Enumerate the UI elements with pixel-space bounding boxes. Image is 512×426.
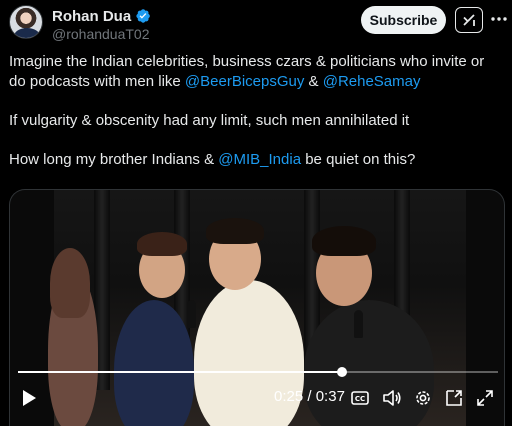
volume-icon[interactable] bbox=[380, 380, 404, 416]
more-icon[interactable] bbox=[489, 9, 509, 29]
subscribe-button[interactable]: Subscribe bbox=[361, 6, 446, 34]
tweet-paragraph-3: How long my brother Indians & @MIB_India… bbox=[9, 150, 504, 170]
current-time: 0:25 bbox=[274, 388, 304, 405]
grok-icon[interactable] bbox=[455, 7, 483, 33]
tweet-text: Imagine the Indian celebrities, business… bbox=[9, 52, 504, 170]
mention-link[interactable]: @BeerBicepsGuy bbox=[185, 73, 304, 90]
author-row: Rohan Dua bbox=[52, 7, 151, 25]
avatar[interactable] bbox=[9, 5, 43, 39]
mention-link[interactable]: @ReheSamay bbox=[323, 73, 421, 90]
mention-link[interactable]: @MIB_India bbox=[218, 151, 301, 168]
progress-fill bbox=[18, 371, 343, 373]
verified-badge-icon bbox=[135, 8, 151, 24]
author-name[interactable]: Rohan Dua bbox=[52, 8, 131, 25]
fullscreen-icon[interactable] bbox=[473, 380, 497, 416]
captions-icon[interactable]: CC bbox=[349, 380, 371, 416]
video-controls: 0:25 / 0:37 CC bbox=[9, 380, 505, 416]
tweet-header: Rohan Dua @rohanduaT02 Subscribe bbox=[0, 0, 512, 50]
play-icon[interactable] bbox=[17, 380, 41, 416]
time-display: 0:25 / 0:37 bbox=[274, 388, 345, 405]
tweet-text-span: How long my brother Indians & bbox=[9, 151, 219, 168]
svg-text:CC: CC bbox=[355, 395, 365, 403]
tweet-text-span: & bbox=[304, 73, 323, 90]
time-separator: / bbox=[303, 388, 316, 405]
tweet-paragraph-2: If vulgarity & obscenity had any limit, … bbox=[9, 112, 410, 129]
tweet-paragraph-1: Imagine the Indian celebrities, business… bbox=[9, 52, 504, 92]
settings-icon[interactable] bbox=[411, 380, 435, 416]
tweet-text-span: be quiet on this? bbox=[301, 151, 416, 168]
duration: 0:37 bbox=[315, 388, 345, 405]
progress-bar[interactable] bbox=[18, 367, 498, 377]
picture-in-picture-icon[interactable] bbox=[442, 380, 466, 416]
author-handle[interactable]: @rohanduaT02 bbox=[52, 26, 150, 42]
